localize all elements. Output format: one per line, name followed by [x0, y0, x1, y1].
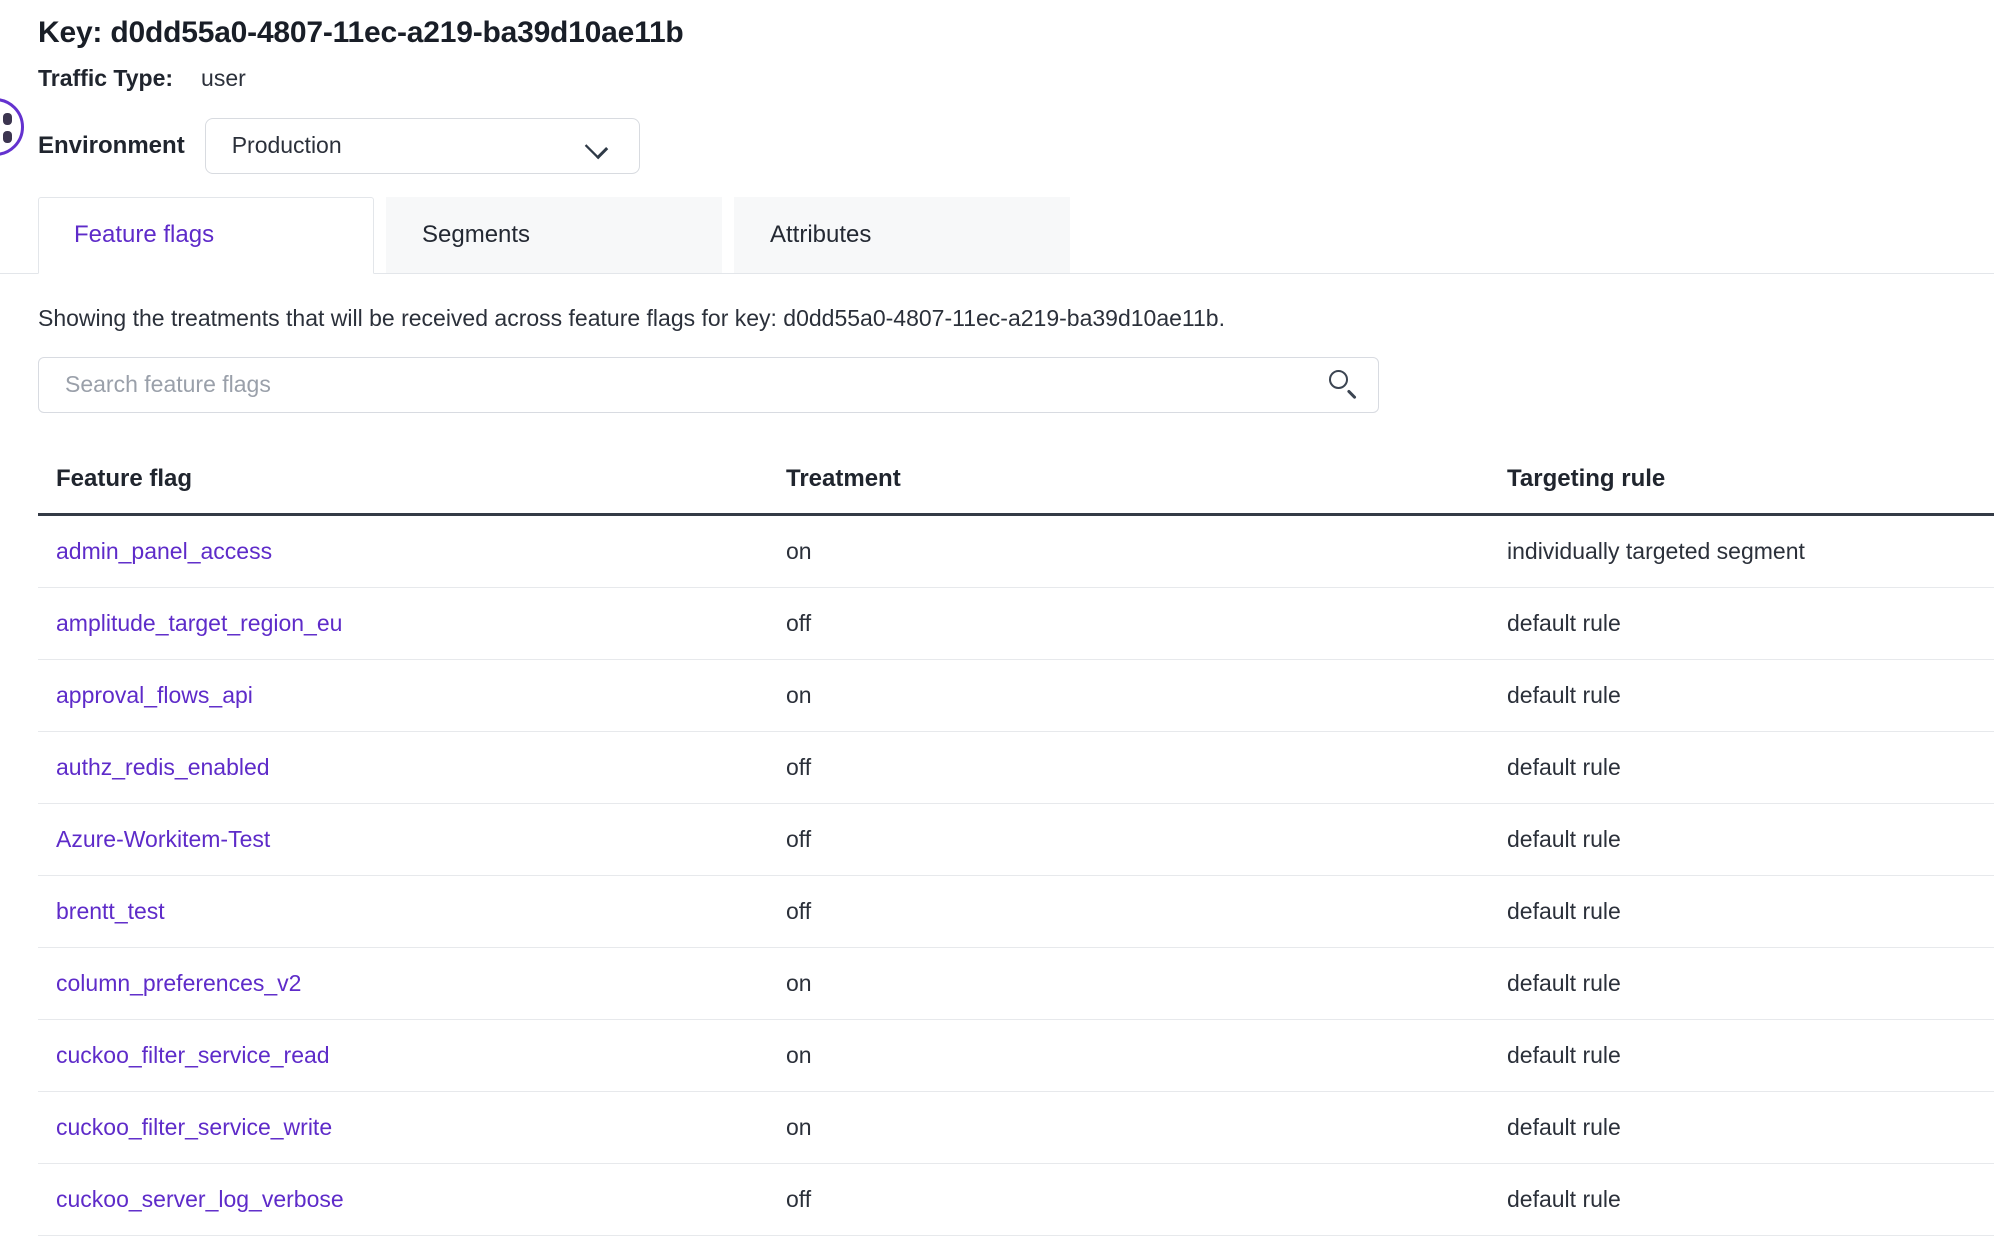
feature-flag-link[interactable]: authz_redis_enabled — [56, 754, 270, 780]
page: Key: d0dd55a0-4807-11ec-a219-ba39d10ae11… — [0, 0, 1994, 1252]
feature-flag-link[interactable]: admin_panel_access — [56, 538, 272, 564]
treatments-description: Showing the treatments that will be rece… — [38, 305, 1994, 332]
targeting-rule-value: default rule — [1507, 1114, 1994, 1141]
tab-bar: Feature flags Segments Attributes — [0, 197, 1994, 274]
feature-flag-link[interactable]: cuckoo_filter_service_read — [56, 1042, 330, 1068]
treatment-value: on — [786, 1114, 1507, 1141]
chevron-down-icon — [585, 133, 611, 159]
feature-flag-link[interactable]: brentt_test — [56, 898, 165, 924]
treatment-value: on — [786, 538, 1507, 565]
table-row: column_preferences_v2 on default rule — [38, 948, 1994, 1020]
table-header-row: Feature flag Treatment Targeting rule — [38, 446, 1994, 516]
traffic-type-row: Traffic Type: user — [38, 65, 1994, 92]
traffic-type-value: user — [201, 65, 246, 92]
feature-flag-link[interactable]: Azure-Workitem-Test — [56, 826, 270, 852]
tab-segments[interactable]: Segments — [386, 197, 722, 273]
treatment-value: off — [786, 1186, 1507, 1213]
targeting-rule-value: individually targeted segment — [1507, 538, 1994, 565]
table-row: admin_panel_access on individually targe… — [38, 516, 1994, 588]
targeting-rule-value: default rule — [1507, 754, 1994, 781]
column-header-targeting-rule: Targeting rule — [1507, 465, 1994, 493]
search-input[interactable] — [38, 357, 1379, 413]
table-row: brentt_test off default rule — [38, 876, 1994, 948]
feature-flags-table: Feature flag Treatment Targeting rule ad… — [38, 446, 1994, 1236]
targeting-rule-value: default rule — [1507, 970, 1994, 997]
targeting-rule-value: default rule — [1507, 610, 1994, 637]
treatment-value: on — [786, 682, 1507, 709]
treatment-value: off — [786, 610, 1507, 637]
treatment-value: on — [786, 1042, 1507, 1069]
treatment-value: off — [786, 898, 1507, 925]
table-row: cuckoo_filter_service_read on default ru… — [38, 1020, 1994, 1092]
environment-label: Environment — [38, 132, 185, 160]
feature-flag-link[interactable]: amplitude_target_region_eu — [56, 610, 342, 636]
tab-attributes[interactable]: Attributes — [734, 197, 1070, 273]
feature-flag-link[interactable]: cuckoo_server_log_verbose — [56, 1186, 344, 1212]
environment-selected-value: Production — [232, 132, 342, 159]
environment-row: Environment Production — [38, 118, 1994, 174]
tab-feature-flags-label: Feature flags — [74, 221, 214, 249]
targeting-rule-value: default rule — [1507, 1042, 1994, 1069]
table-row: authz_redis_enabled off default rule — [38, 732, 1994, 804]
tab-feature-flags[interactable]: Feature flags — [38, 197, 374, 274]
treatment-value: on — [786, 970, 1507, 997]
table-row: approval_flows_api on default rule — [38, 660, 1994, 732]
treatment-value: off — [786, 754, 1507, 781]
traffic-type-label: Traffic Type: — [38, 65, 173, 92]
targeting-rule-value: default rule — [1507, 826, 1994, 853]
table-row: cuckoo_server_log_verbose off default ru… — [38, 1164, 1994, 1236]
feature-flag-link[interactable]: column_preferences_v2 — [56, 970, 301, 996]
treatment-value: off — [786, 826, 1507, 853]
table-row: cuckoo_filter_service_write on default r… — [38, 1092, 1994, 1164]
tab-segments-label: Segments — [422, 221, 530, 249]
table-row: amplitude_target_region_eu off default r… — [38, 588, 1994, 660]
page-title: Key: d0dd55a0-4807-11ec-a219-ba39d10ae11… — [38, 14, 1994, 52]
column-header-feature-flag: Feature flag — [38, 465, 786, 493]
tab-attributes-label: Attributes — [770, 221, 871, 249]
targeting-rule-value: default rule — [1507, 1186, 1994, 1213]
targeting-rule-value: default rule — [1507, 682, 1994, 709]
search-icon[interactable] — [1329, 370, 1359, 400]
header: Key: d0dd55a0-4807-11ec-a219-ba39d10ae11… — [0, 0, 1994, 174]
environment-dropdown[interactable]: Production — [205, 118, 640, 174]
feature-flag-link[interactable]: approval_flows_api — [56, 682, 253, 708]
feature-flag-link[interactable]: cuckoo_filter_service_write — [56, 1114, 332, 1140]
column-header-treatment: Treatment — [786, 465, 1507, 493]
table-row: Azure-Workitem-Test off default rule — [38, 804, 1994, 876]
targeting-rule-value: default rule — [1507, 898, 1994, 925]
table-body: admin_panel_access on individually targe… — [38, 516, 1994, 1236]
search-container — [38, 357, 1379, 413]
